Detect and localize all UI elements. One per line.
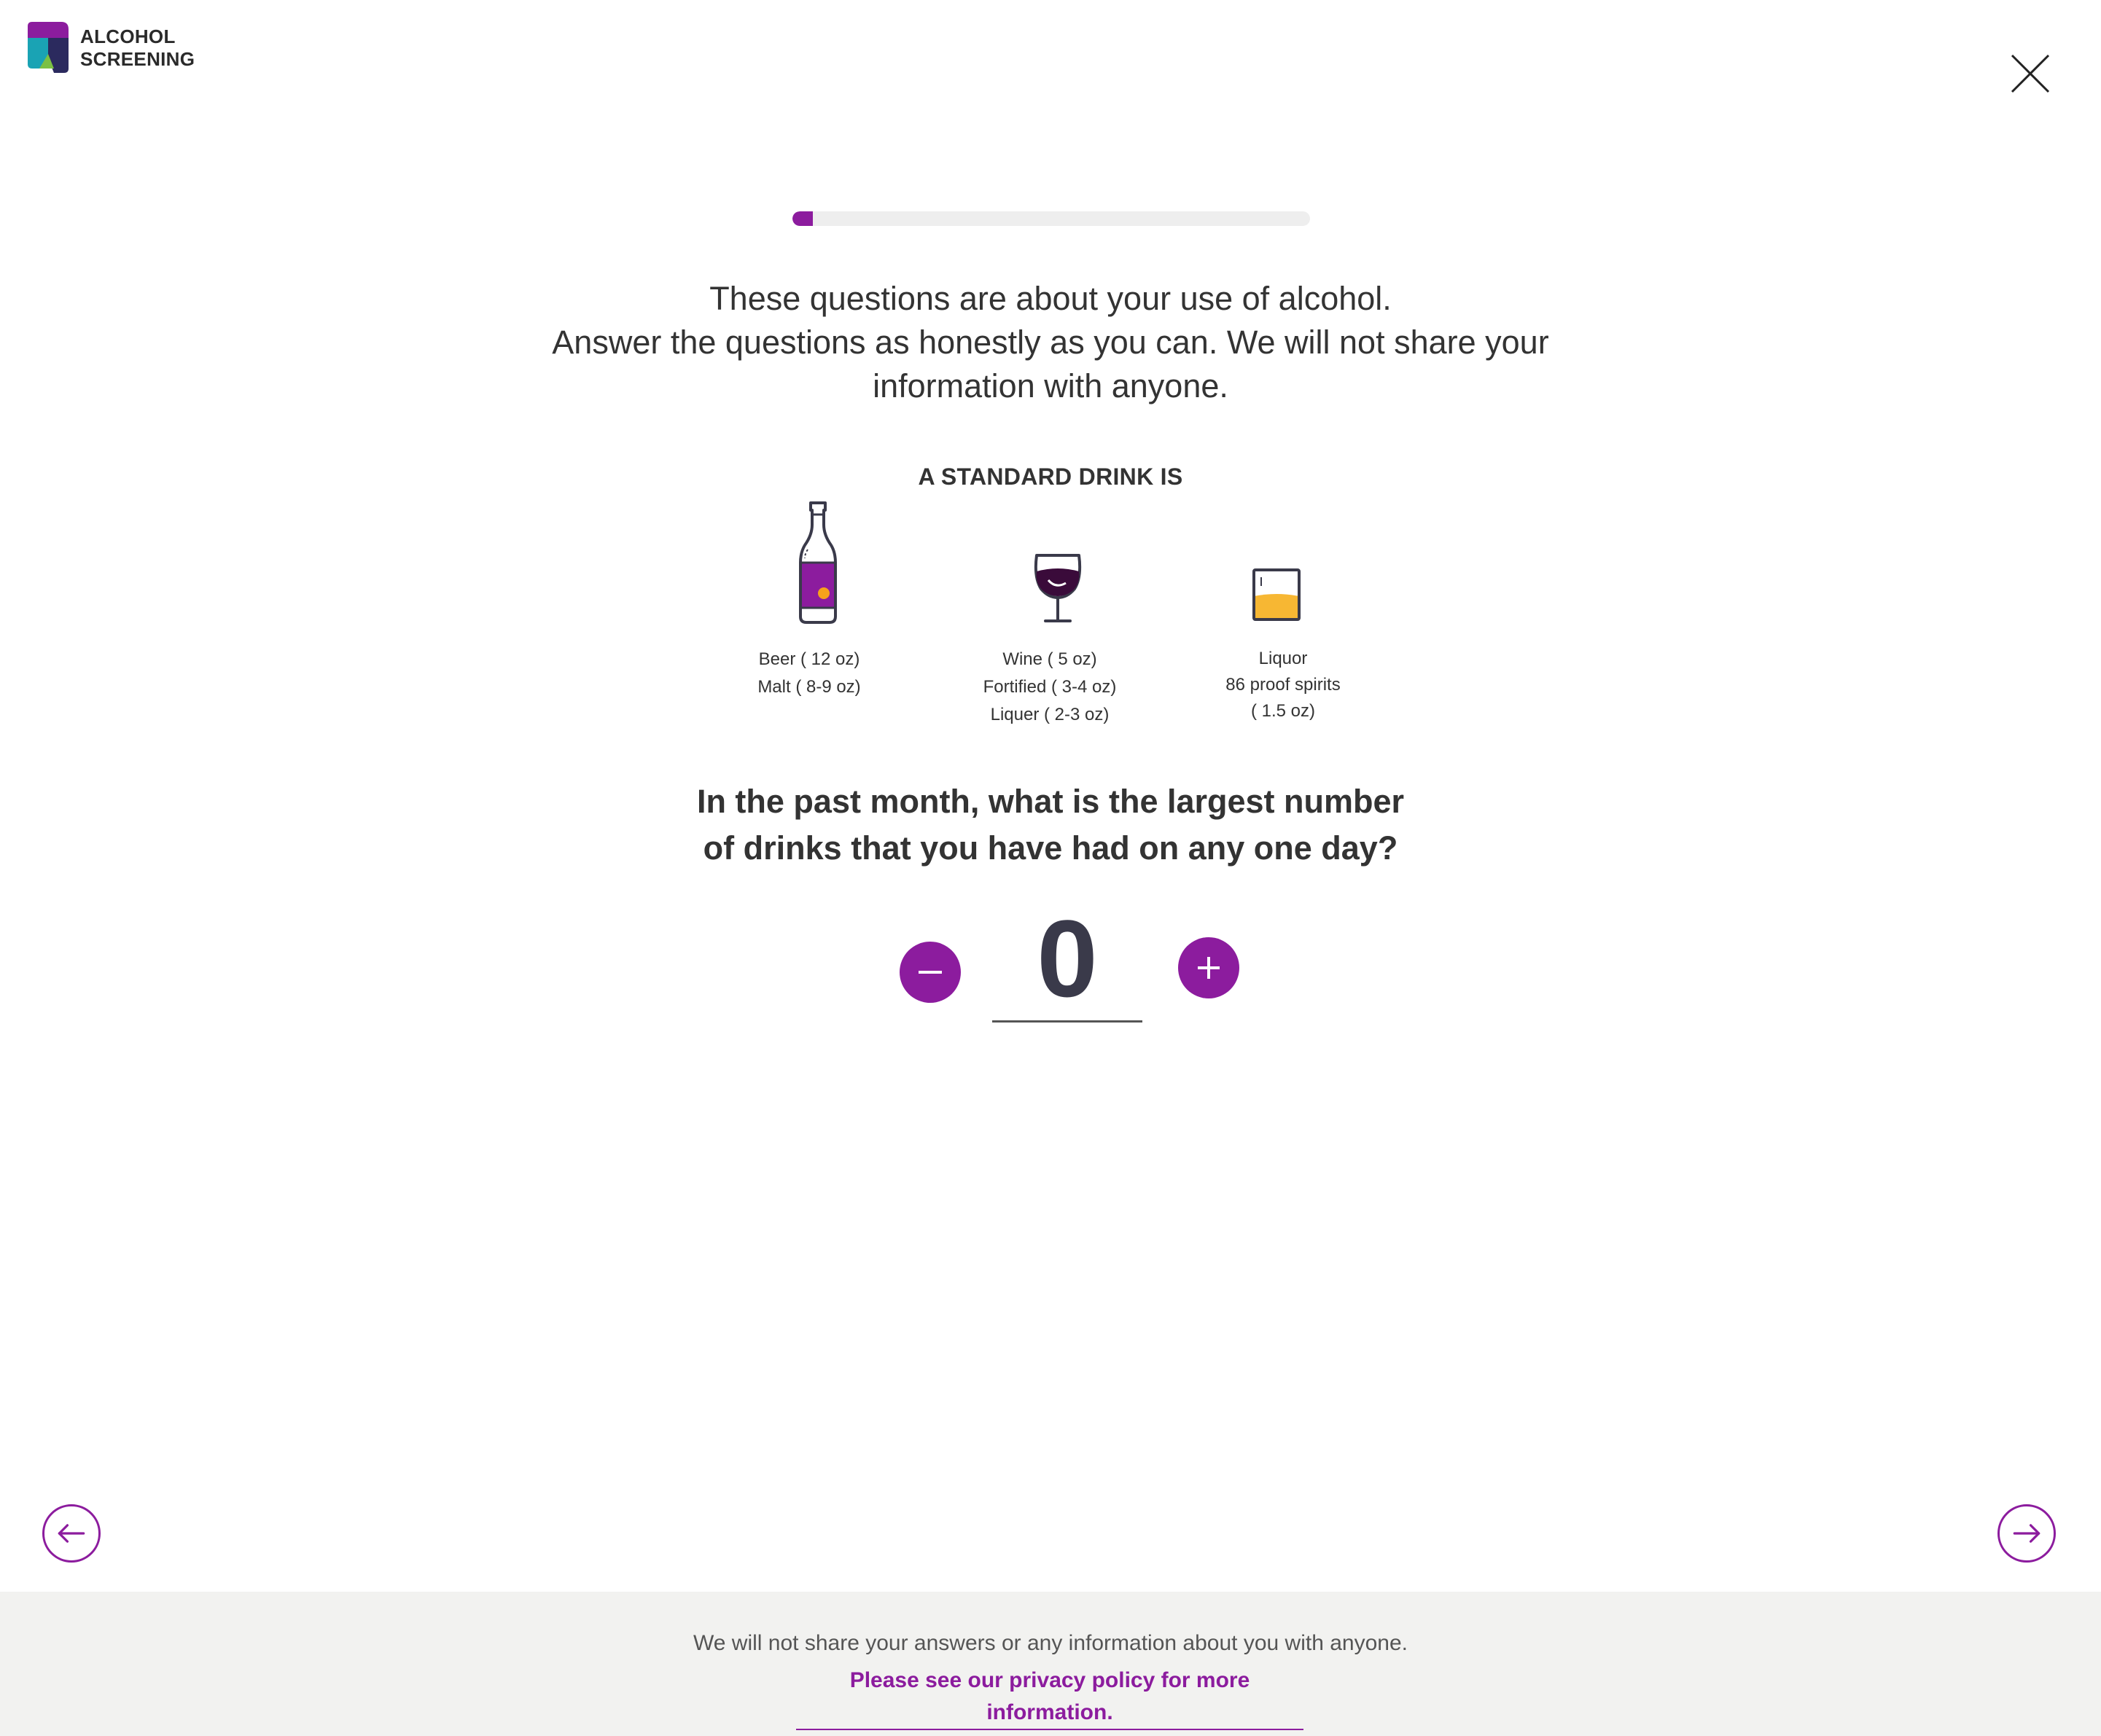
- next-button[interactable]: [1997, 1504, 2056, 1563]
- question-text: In the past month, what is the largest n…: [0, 778, 2101, 872]
- logo-line-2: SCREENING: [80, 48, 195, 70]
- intro-line-2: Answer the questions as honestly as you …: [552, 324, 1549, 361]
- wine-caption-line-2: Fortified ( 3-4 oz): [983, 677, 1117, 697]
- decrement-button[interactable]: [900, 942, 961, 1003]
- logo-line-1: ALCOHOL: [80, 26, 176, 47]
- wine-caption-line-3: Liquer ( 2-3 oz): [990, 705, 1110, 724]
- liquor-glass-icon: [1252, 568, 1301, 621]
- increment-button[interactable]: [1178, 937, 1239, 998]
- drink-wine: Wine ( 5 oz) Fortified ( 3-4 oz) Liquer …: [955, 500, 1145, 740]
- beer-caption-line-2: Malt ( 8-9 oz): [757, 677, 861, 697]
- drinks-count-input[interactable]: 0: [992, 896, 1142, 1023]
- progress-bar: [792, 211, 1310, 226]
- progress-fill: [792, 211, 814, 226]
- footer: We will not share your answers or any in…: [0, 1592, 2101, 1736]
- arrow-right-icon: [2013, 1524, 2040, 1543]
- liquor-caption-line-1: Liquor: [1258, 649, 1308, 668]
- intro-text: These questions are about your use of al…: [0, 277, 2101, 408]
- liquor-caption-line-3: ( 1.5 oz): [1250, 701, 1316, 721]
- standard-drink-title: A STANDARD DRINK IS: [918, 464, 1183, 490]
- app-logo: ALCOHOL SCREENING: [26, 22, 195, 74]
- footer-privacy-note: We will not share your answers or any in…: [693, 1631, 1408, 1655]
- question-line-2: of drinks that you have had on any one d…: [703, 829, 1398, 867]
- wine-caption-line-1: Wine ( 5 oz): [1002, 649, 1097, 669]
- back-button[interactable]: [42, 1504, 101, 1563]
- drink-liquor: Liquor 86 proof spirits ( 1.5 oz): [1196, 500, 1371, 733]
- intro-line-1: These questions are about your use of al…: [709, 280, 1392, 317]
- arrow-left-icon: [58, 1524, 85, 1543]
- logo-text: ALCOHOL SCREENING: [80, 26, 195, 71]
- close-button[interactable]: [2009, 52, 2051, 95]
- logo-icon: [28, 22, 69, 73]
- intro-line-3: information with anyone.: [873, 367, 1228, 404]
- question-line-1: In the past month, what is the largest n…: [696, 783, 1405, 820]
- privacy-policy-link[interactable]: Please see our privacy policy for more i…: [796, 1665, 1303, 1730]
- beer-bottle-icon: [799, 501, 837, 624]
- liquor-caption-line-2: 86 proof spirits: [1225, 675, 1341, 695]
- close-icon: [2011, 54, 2050, 93]
- wine-glass-icon: [1034, 554, 1082, 622]
- beer-caption-line-1: Beer ( 12 oz): [758, 649, 860, 669]
- drink-beer: Beer ( 12 oz) Malt ( 8-9 oz): [736, 500, 882, 719]
